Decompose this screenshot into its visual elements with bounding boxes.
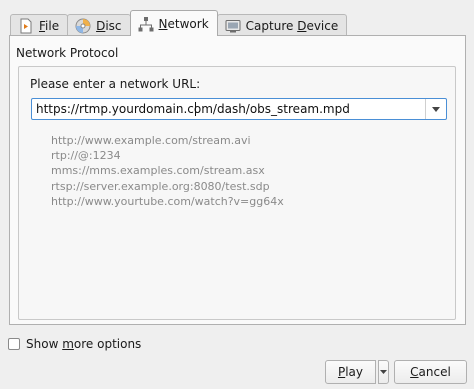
text-cursor [195, 102, 196, 116]
disc-icon [75, 18, 91, 34]
network-protocol-label: Network Protocol [16, 46, 119, 60]
tab-bar: File Disc Network Capture Device [10, 10, 348, 36]
url-label: Please enter a network URL: [30, 77, 201, 91]
example-url: mms://mms.examples.com/stream.asx [51, 164, 265, 178]
tab-disc[interactable]: Disc [67, 14, 131, 36]
chevron-down-icon [380, 370, 387, 374]
cancel-button-label: Cancel [410, 365, 451, 379]
example-url: http://www.yourtube.com/watch?v=gg64x [51, 194, 284, 208]
play-options-dropdown[interactable] [378, 360, 389, 384]
file-icon [18, 18, 34, 34]
play-button[interactable]: Play [325, 360, 376, 384]
url-input[interactable] [32, 99, 426, 119]
tab-capture-device-label: Capture Device [245, 18, 339, 33]
capture-device-icon [225, 18, 241, 34]
example-url: http://www.example.com/stream.avi [51, 134, 251, 147]
tab-capture-device[interactable]: Capture Device [216, 14, 348, 36]
tab-disc-label: Disc [96, 18, 122, 33]
network-icon [138, 16, 154, 32]
chevron-down-icon [432, 106, 440, 112]
show-more-options-label: Show more options [26, 337, 142, 351]
network-panel: Network Protocol Please enter a network … [9, 35, 466, 325]
example-url: rtp://@:1234 [51, 149, 121, 163]
tab-network-label: Network [158, 16, 209, 31]
url-examples: http://www.example.com/stream.avi rtp://… [51, 133, 284, 209]
tab-file[interactable]: File [10, 14, 69, 36]
show-more-options-checkbox[interactable] [8, 338, 20, 350]
url-combobox[interactable] [31, 98, 447, 120]
cancel-button[interactable]: Cancel [394, 360, 467, 384]
example-url: rtsp://server.example.org:8080/test.sdp [51, 179, 270, 193]
play-button-label: Play [337, 365, 364, 379]
network-protocol-group: Please enter a network URL: http://www.e… [18, 66, 456, 320]
show-more-options[interactable]: Show more options [8, 337, 141, 351]
tab-file-label: File [39, 18, 60, 33]
play-button-group: Play [325, 360, 389, 384]
url-dropdown-button[interactable] [425, 99, 446, 119]
tab-network[interactable]: Network [129, 10, 218, 36]
